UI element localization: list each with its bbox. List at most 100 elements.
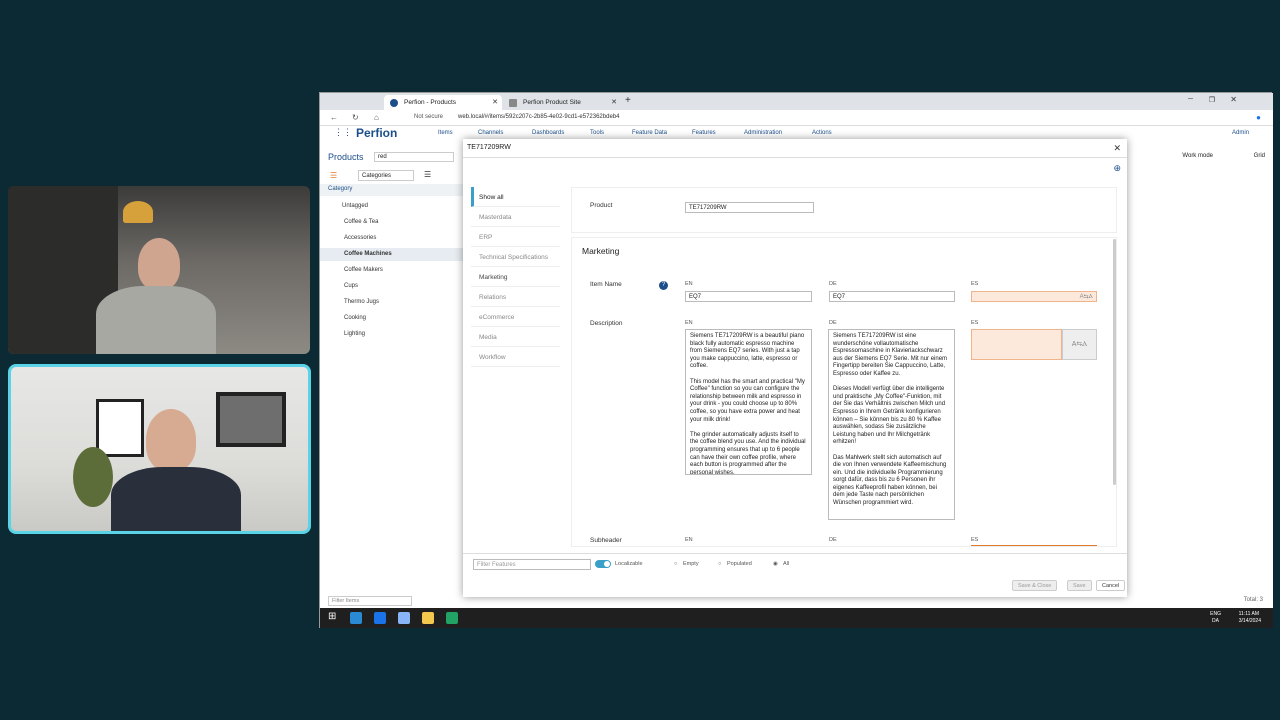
language-indicator[interactable]: ENG (1210, 611, 1221, 617)
radio-populated-icon[interactable]: ○ (718, 561, 721, 567)
maximize-icon[interactable]: ❐ (1209, 96, 1215, 104)
save-button[interactable]: Save (1067, 580, 1092, 591)
products-title: Products (328, 152, 364, 162)
category-cooking[interactable]: Cooking (344, 315, 366, 321)
nav-features[interactable]: Features (692, 130, 716, 136)
category-coffee-tea[interactable]: Coffee & Tea (344, 219, 378, 225)
description-de-field[interactable]: Siemens TE717209RW ist eine wunderschöne… (828, 329, 955, 520)
minimize-icon[interactable]: ─ (1188, 96, 1193, 103)
work-mode-select[interactable]: Grid (1254, 153, 1265, 159)
localizable-toggle[interactable] (595, 560, 611, 568)
participant-1-head (138, 238, 180, 290)
nav-items[interactable]: Items (438, 130, 453, 136)
user-menu[interactable]: Admin (1232, 130, 1249, 136)
dialog-title: TE717209RW (467, 144, 511, 151)
category-accessories[interactable]: Accessories (344, 235, 376, 241)
category-cups[interactable]: Cups (344, 283, 358, 289)
close-tab-icon[interactable]: ✕ (611, 98, 617, 106)
radio-empty-icon[interactable]: ○ (674, 561, 677, 567)
description-es-field[interactable] (971, 329, 1062, 360)
close-icon[interactable]: ✕ (1113, 143, 1121, 154)
menu-label: Workflow (479, 354, 506, 361)
category-thermo-jugs[interactable]: Thermo Jugs (344, 299, 379, 305)
not-secure-indicator[interactable]: Not secure (414, 114, 443, 120)
lang-de-label: DE (829, 537, 837, 543)
menu-erp[interactable]: ERP (471, 227, 560, 247)
menu-media[interactable]: Media (471, 327, 560, 347)
lang-en-label: EN (685, 320, 693, 326)
item-name-es-field[interactable]: A⇆Ⲁ (971, 291, 1097, 302)
radio-all-icon[interactable]: ◉ (773, 561, 778, 567)
browser-tab-product-site[interactable]: Perfion Product Site ✕ (503, 95, 621, 110)
participant-2-head (146, 409, 196, 471)
filter-features-input[interactable]: Filter Features (473, 559, 591, 570)
globe-icon[interactable]: ⊕ (1113, 163, 1121, 174)
list-view-icon[interactable]: ☰ (424, 170, 431, 179)
item-name-de-field[interactable]: EQ7 (829, 291, 955, 302)
menu-marketing[interactable]: Marketing (471, 267, 560, 287)
menu-relations[interactable]: Relations (471, 287, 560, 307)
browser-tab-perfion-products[interactable]: Perfion - Products ✕ (384, 95, 502, 110)
clock-time[interactable]: 11:11 AM (1239, 611, 1259, 617)
edge-taskbar-icon[interactable] (350, 612, 362, 624)
menu-masterdata[interactable]: Masterdata (471, 207, 560, 227)
nav-actions[interactable]: Actions (812, 130, 832, 136)
save-close-button[interactable]: Save & Close (1012, 580, 1058, 591)
store-taskbar-icon[interactable] (398, 612, 410, 624)
app-header: ⋮⋮ Perfion Items Channels Dashboards Too… (320, 126, 1273, 140)
windows-start-icon[interactable]: ⊞ (328, 611, 336, 622)
app-launcher-icon[interactable]: ⋮⋮ (334, 127, 352, 138)
skype-taskbar-icon[interactable] (374, 612, 386, 624)
menu-technical-specifications[interactable]: Technical Specifications (471, 247, 560, 267)
subheader-label: Subheader (590, 537, 622, 544)
close-window-icon[interactable]: ✕ (1230, 95, 1237, 104)
help-icon[interactable]: ? (659, 281, 668, 290)
lang-de-label: DE (829, 320, 837, 326)
category-coffee-makers[interactable]: Coffee Makers (344, 267, 383, 273)
copilot-icon[interactable]: ● (1256, 113, 1261, 122)
nav-feature-data[interactable]: Feature Data (632, 130, 667, 136)
cancel-button[interactable]: Cancel (1096, 580, 1126, 591)
category-untagged[interactable]: Untagged (342, 203, 368, 209)
lang-en-label: EN (685, 537, 693, 543)
menu-label: Show all (479, 194, 504, 201)
menu-label: Marketing (479, 274, 508, 281)
url-field[interactable]: web.local/#/items/592c207c-2b85-4e02-9cd… (458, 114, 619, 120)
nav-administration[interactable]: Administration (744, 130, 782, 136)
page-favicon (509, 99, 517, 107)
menu-show-all[interactable]: Show all (471, 187, 560, 207)
description-label: Description (590, 320, 623, 327)
tab-label: Perfion - Products (404, 99, 457, 106)
close-tab-icon[interactable]: ✕ (492, 98, 498, 106)
category-coffee-machines[interactable]: Coffee Machines (344, 251, 392, 257)
category-lighting[interactable]: Lighting (344, 331, 365, 337)
translate-icon[interactable]: A⇆Ⲁ (1080, 293, 1093, 301)
localizable-label: Localizable (615, 561, 643, 567)
nav-dashboards[interactable]: Dashboards (532, 130, 564, 136)
home-icon[interactable]: ⌂ (374, 113, 379, 122)
excel-taskbar-icon[interactable] (446, 612, 458, 624)
back-icon[interactable]: ← (330, 113, 338, 122)
item-name-en-field[interactable]: EQ7 (685, 291, 812, 302)
product-field[interactable]: TE717209RW (685, 202, 814, 213)
tree-view-icon[interactable]: ☰ (330, 171, 337, 180)
categories-dropdown[interactable]: Categories (358, 170, 414, 181)
search-input[interactable]: red (374, 152, 454, 162)
translate-icon[interactable]: A⇆Ⲁ (1062, 329, 1097, 360)
description-en-field[interactable]: Siemens TE717209RW is a beautiful piano … (685, 329, 812, 475)
scrollbar[interactable] (1113, 239, 1116, 485)
menu-label: Relations (479, 294, 507, 301)
new-tab-icon[interactable]: + (625, 95, 631, 106)
ceiling-lamp (123, 201, 153, 223)
explorer-taskbar-icon[interactable] (422, 612, 434, 624)
subheader-es-field[interactable] (971, 545, 1097, 546)
refresh-icon[interactable]: ↻ (352, 113, 359, 122)
menu-workflow[interactable]: Workflow (471, 347, 560, 367)
filter-items-input[interactable]: Filter Items (328, 596, 412, 606)
selected-category-bg (320, 248, 470, 261)
nav-tools[interactable]: Tools (590, 130, 604, 136)
menu-label: ERP (479, 234, 493, 241)
menu-ecommerce[interactable]: eCommerce (471, 307, 560, 327)
nav-channels[interactable]: Channels (478, 130, 503, 136)
footer-divider (463, 553, 1127, 554)
